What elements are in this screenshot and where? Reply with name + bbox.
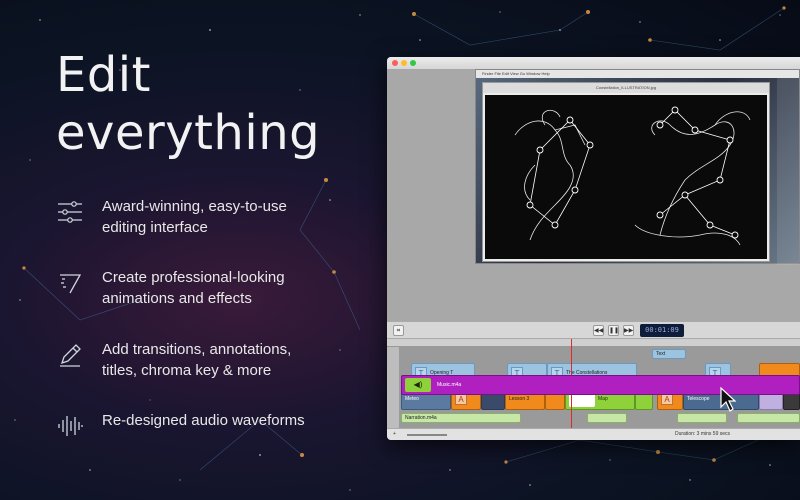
clip-label: Text [656,351,666,357]
feature-audio-waveforms: Re-designed audio waveforms [56,410,312,440]
clip-label: Meteo [405,396,419,402]
crop-icon[interactable]: ⌗ [393,325,404,336]
audio-clip-narration[interactable]: Narration.m4a [401,413,521,423]
window-titlebar[interactable] [387,57,800,69]
rewind-button[interactable]: ◀◀ [593,325,604,336]
mouse-cursor-icon [720,387,736,412]
track-gutter [387,347,399,428]
pencil-icon [60,344,81,367]
close-icon[interactable] [392,60,398,66]
inner-menubar: Finder File Edit View Go Window Help [476,70,799,78]
feature-text: Re-designed audio waveforms [102,412,305,429]
status-bar: + Duration: 3 mins 59 secs [387,428,800,440]
app-window: Finder File Edit View Go Window Help Con… [387,57,800,440]
preview-area: Finder File Edit View Go Window Help Con… [387,69,800,321]
transport-bar: ⌗ ◀◀ ❚❚ ▶▶ 00:01:09 [387,321,800,339]
timecode-display: 00:01:09 [640,324,684,337]
feature-text: Add transitions, annotations, titles, ch… [102,341,292,379]
duration-label: Duration: 3 mins 59 secs [675,431,731,437]
inner-document-title: Constellation_ILLUSTRATION.jpg [483,83,769,93]
timeline-ruler[interactable] [387,339,800,347]
clip-label: Map [598,396,608,402]
headline: Edit everything [56,46,320,162]
inner-document-window: Constellation_ILLUSTRATION.jpg [482,82,770,262]
audio-clip-narration-4[interactable] [737,413,800,423]
feature-editing-interface: Award-winning, easy-to-use editing inter… [56,196,312,238]
pause-button[interactable]: ❚❚ [608,325,619,336]
clip-label: Narration.m4a [405,415,437,421]
recorded-screen-preview[interactable]: Finder File Edit View Go Window Help Con… [475,69,800,265]
clip-label: Music.m4a [437,382,462,388]
audio-clip-narration-3[interactable] [677,413,727,423]
speaker-icon: ◀) [405,378,431,392]
audio-clip-narration-2[interactable] [587,413,627,423]
minimize-icon[interactable] [401,60,407,66]
headline-line1: Edit [56,47,151,103]
sliders-icon [58,201,82,223]
clip-label: Lesson 3 [509,396,530,402]
inner-desktop-icons [777,78,799,265]
animation-icon [60,274,82,294]
fast-forward-button[interactable]: ▶▶ [623,325,634,336]
zoom-slider[interactable] [407,434,447,436]
feature-transitions: Add transitions, annotations, titles, ch… [56,339,312,381]
constellation-drawing [514,106,751,246]
feature-text: Create professional-looking animations a… [102,269,285,307]
title-clip-small[interactable]: Text [652,349,686,359]
waveform-icon [58,416,83,436]
add-icon[interactable]: + [393,429,396,440]
audio-clip-music[interactable]: ◀) Music.m4a [401,375,800,395]
feature-animations: Create professional-looking animations a… [56,267,312,309]
headline-line2: everything [56,105,321,161]
zoom-icon[interactable] [410,60,416,66]
constellation-illustration [485,95,767,259]
feature-text: Award-winning, easy-to-use editing inter… [102,198,287,236]
clip-label: Telescope [687,396,710,402]
